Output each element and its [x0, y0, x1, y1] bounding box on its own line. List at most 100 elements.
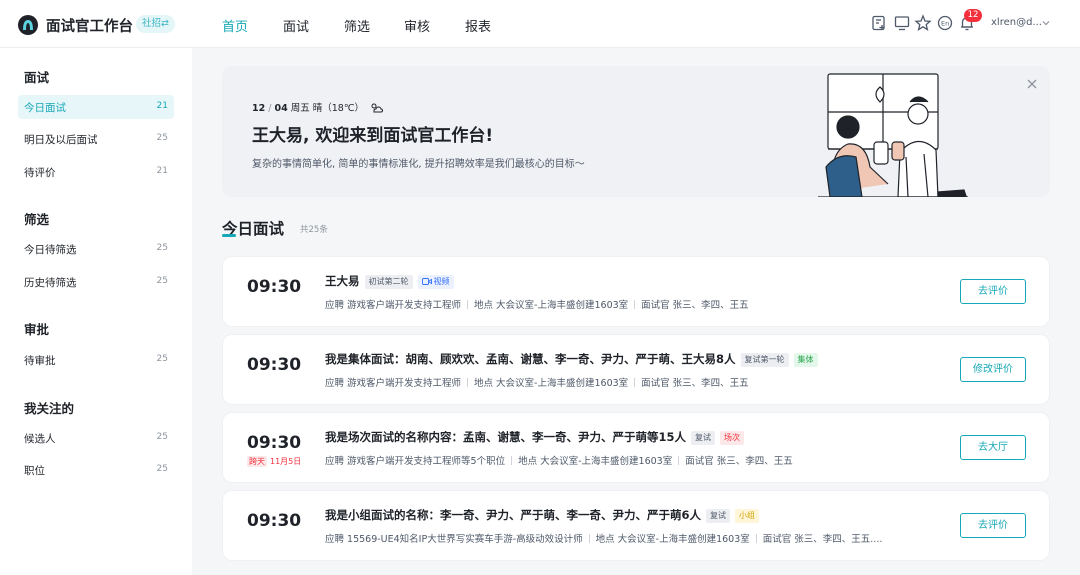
- interview-position: 应聘 游戏客户端开发支持工程师: [325, 300, 462, 311]
- nav-screening[interactable]: 筛选: [344, 16, 370, 35]
- section-count: 共25条: [300, 225, 328, 235]
- sidebar-item-count: 21: [156, 166, 168, 176]
- sidebar-item-pending-approval[interactable]: 待审批 25: [18, 348, 174, 372]
- sidebar-item-count: 21: [156, 101, 168, 111]
- sidebar-item-count: 25: [156, 432, 168, 442]
- sidebar-item-today-screening[interactable]: 今日待筛选 25: [18, 237, 174, 261]
- notification-badge: 12: [964, 9, 982, 22]
- sidebar-item-positions[interactable]: 职位 25: [18, 458, 174, 482]
- interview-interviewers: 面试官 张三、李四、王五: [685, 456, 793, 467]
- language-icon[interactable]: En: [936, 14, 954, 32]
- app-logo-icon: [18, 15, 38, 35]
- divider: [588, 534, 590, 543]
- nav-interview[interactable]: 面试: [283, 16, 309, 35]
- banner-date: 12 / 04 周五 晴（18℃）: [252, 100, 384, 114]
- interview-title-text: 王大易: [325, 274, 360, 288]
- interview-card[interactable]: 09:30 我是小组面试的名称：李一奇、尹力、严于萌、李一奇、尹力、严于萌6人复…: [222, 490, 1050, 561]
- sidebar-item-future-interview[interactable]: 明日及以后面试 25: [18, 127, 174, 151]
- mode-tag: 视频: [417, 275, 454, 289]
- interview-title: 我是小组面试的名称：李一奇、尹力、严于萌、李一奇、尹力、严于萌6人 复试 小组: [325, 507, 759, 523]
- interview-location: 地点 大会议室-上海丰盛创建1603室: [518, 456, 673, 467]
- section-title-underline: [222, 234, 236, 237]
- interview-interviewers: 面试官 张三、李四、王五: [641, 378, 749, 389]
- interview-meta: 应聘 游戏客户端开发支持工程师 地点 大会议室-上海丰盛创建1603室 面试官 张三…: [325, 375, 749, 389]
- interview-title: 我是场次面试的名称内容：孟南、谢慧、李一奇、尹力、严于萌等15人 复试 场次: [325, 429, 744, 445]
- evaluate-button[interactable]: 去评价: [960, 513, 1026, 538]
- cross-day-date: 11月5日: [270, 457, 302, 466]
- interview-time: 09:30: [247, 355, 302, 375]
- interview-meta: 应聘 15569-UE4知名IP大世界写实赛车手游-高级动效设计师 地点 大会议室…: [325, 531, 882, 545]
- nav-review[interactable]: 审核: [404, 16, 430, 35]
- sidebar-group-approval: 审批: [24, 322, 50, 337]
- divider: [634, 300, 636, 309]
- star-icon[interactable]: [914, 14, 932, 32]
- sidebar-item-label: 候选人: [24, 433, 56, 445]
- divider: [678, 456, 680, 465]
- interview-position: 应聘 游戏客户端开发支持工程师: [325, 378, 462, 389]
- sidebar-item-label: 历史待筛选: [24, 277, 77, 289]
- cross-day-tag: 跨天 11月5日: [247, 456, 301, 467]
- banner-date-month: 12: [252, 103, 266, 114]
- sidebar-item-today-interview[interactable]: 今日面试 21: [18, 95, 174, 119]
- interview-location: 地点 大会议室-上海丰盛创建1603室: [474, 378, 629, 389]
- round-tag: 复试第一轮: [740, 353, 789, 367]
- interview-meta: 应聘 游戏客户端开发支持工程师 地点 大会议室-上海丰盛创建1603室 面试官 张三…: [325, 297, 749, 311]
- evaluate-button[interactable]: 去评价: [960, 279, 1026, 304]
- go-to-hall-button[interactable]: 去大厅: [960, 435, 1026, 460]
- banner-title: 王大易, 欢迎来到面试官工作台!: [252, 126, 494, 146]
- svg-text:En: En: [941, 20, 949, 28]
- sidebar-item-label: 待评价: [24, 167, 56, 179]
- interview-position: 应聘 15569-UE4知名IP大世界写实赛车手游-高级动效设计师: [325, 534, 583, 545]
- interview-meta: 应聘 游戏客户端开发支持工程师等5个职位 地点 大会议室-上海丰盛创建1603室 面…: [325, 453, 793, 467]
- interview-time: 09:30: [247, 277, 302, 297]
- interview-title-text: 我是场次面试的名称内容：孟南、谢慧、李一奇、尹力、严于萌等15人: [325, 430, 686, 444]
- sidebar-group-interview: 面试: [24, 70, 50, 85]
- interview-time: 09:30: [247, 511, 302, 531]
- interview-interviewers: 面试官 张三、李四、王五: [641, 300, 749, 311]
- sidebar-item-candidates[interactable]: 候选人 25: [18, 426, 174, 450]
- type-tag: 集体: [793, 353, 818, 367]
- cross-day-label: 跨天: [247, 456, 267, 467]
- sidebar-item-count: 25: [156, 276, 168, 286]
- interview-interviewers: 面试官 张三、李四、王五....: [762, 534, 883, 545]
- sidebar-item-count: 25: [156, 464, 168, 474]
- interview-position: 应聘 游戏客户端开发支持工程师等5个职位: [325, 456, 506, 467]
- round-tag: 初试第二轮: [364, 275, 413, 289]
- interview-title-text: 我是小组面试的名称：李一奇、尹力、严于萌、李一奇、尹力、严于萌6人: [325, 508, 701, 522]
- add-note-icon[interactable]: [870, 14, 888, 32]
- edit-evaluation-button[interactable]: 修改评价: [960, 357, 1026, 382]
- sidebar: 面试 今日面试 21 明日及以后面试 25 待评价 21 筛选 今日待筛选 25…: [0, 48, 192, 575]
- sidebar-item-pending-evaluation[interactable]: 待评价 21: [18, 160, 174, 184]
- sidebar-item-history-screening[interactable]: 历史待筛选 25: [18, 270, 174, 294]
- divider: [755, 534, 757, 543]
- top-bar: 面试官工作台 社招⇄ 首页 面试 筛选 审核 报表 En 12 xlren@d.…: [0, 0, 1080, 48]
- sidebar-item-count: 25: [156, 354, 168, 364]
- sidebar-group-followed: 我关注的: [24, 401, 75, 416]
- nav-home[interactable]: 首页: [222, 16, 248, 35]
- recruit-type-switch[interactable]: 社招⇄: [136, 15, 175, 33]
- interview-title: 我是集体面试：胡南、顾欢欢、孟南、谢慧、李一奇、尹力、严于萌、王大易8人 复试第一…: [325, 351, 818, 367]
- banner-weekday-weather: 周五 晴（18℃）: [287, 103, 365, 114]
- chevron-down-icon[interactable]: [1041, 18, 1051, 28]
- video-icon: [421, 278, 432, 285]
- interview-card[interactable]: 09:30 跨天 11月5日 我是场次面试的名称内容：孟南、谢慧、李一奇、尹力、严…: [222, 412, 1050, 483]
- divider: [467, 300, 469, 309]
- sidebar-item-label: 待审批: [24, 355, 56, 367]
- nav-reports[interactable]: 报表: [465, 16, 491, 35]
- interview-location: 地点 大会议室-上海丰盛创建1603室: [474, 300, 629, 311]
- monitor-icon[interactable]: [893, 14, 911, 32]
- divider: [511, 456, 513, 465]
- mode-tag-label: 视频: [433, 277, 450, 286]
- sidebar-item-label: 明日及以后面试: [24, 134, 98, 146]
- round-tag: 复试: [706, 509, 730, 523]
- sidebar-item-label: 今日面试: [24, 102, 66, 114]
- divider: [634, 378, 636, 387]
- interview-card[interactable]: 09:30 我是集体面试：胡南、顾欢欢、孟南、谢慧、李一奇、尹力、严于萌、王大易…: [222, 334, 1050, 405]
- close-icon[interactable]: [1026, 78, 1038, 90]
- welcome-banner: 12 / 04 周五 晴（18℃） 王大易, 欢迎来到面试官工作台! 复杂的事情…: [222, 66, 1050, 197]
- interview-card[interactable]: 09:30 王大易 初试第二轮 视频 应聘 游戏客户端开发支持工程师 地点 大会议室-…: [222, 256, 1050, 327]
- cloud-sun-icon: [371, 103, 384, 113]
- user-account[interactable]: xlren@d...: [991, 17, 1042, 28]
- sidebar-item-label: 今日待筛选: [24, 244, 77, 256]
- type-tag: 场次: [720, 431, 744, 445]
